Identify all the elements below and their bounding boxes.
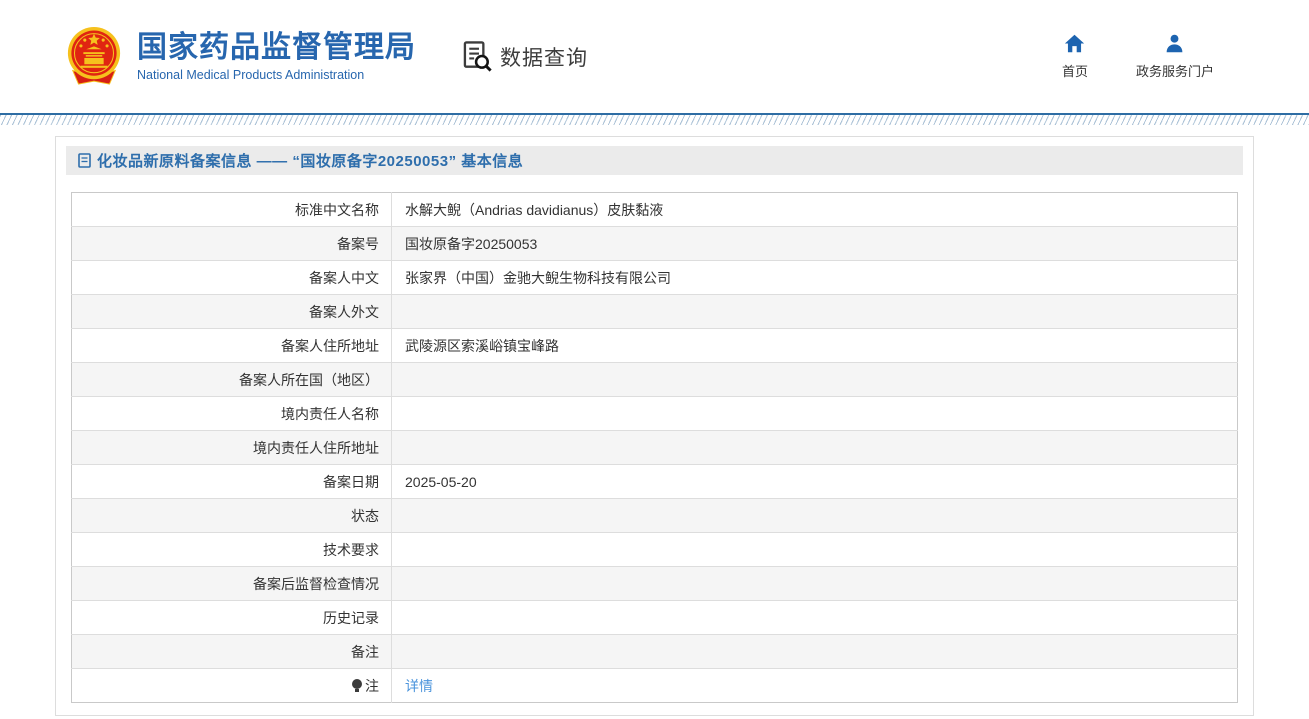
row-label: 备案人所在国（地区）: [72, 363, 392, 397]
table-row: 标准中文名称水解大鲵（Andrias davidianus）皮肤黏液: [72, 193, 1238, 227]
row-value: 2025-05-20: [392, 465, 1238, 499]
row-label: 备注: [72, 635, 392, 669]
table-row: 备案人所在国（地区）: [72, 363, 1238, 397]
row-value: [392, 363, 1238, 397]
row-value: 详情: [392, 669, 1238, 703]
table-row: 备案号国妆原备字20250053: [72, 227, 1238, 261]
table-row: 备案人住所地址武陵源区索溪峪镇宝峰路: [72, 329, 1238, 363]
bulb-icon: [352, 679, 362, 692]
row-value: 国妆原备字20250053: [392, 227, 1238, 261]
row-value: [392, 601, 1238, 635]
user-icon: [1164, 33, 1185, 54]
header-hatch-band: [0, 115, 1309, 125]
row-label: 状态: [72, 499, 392, 533]
site-logo[interactable]: 国家药品监督管理局 National Medical Products Admi…: [65, 26, 416, 88]
row-label: 备案人中文: [72, 261, 392, 295]
row-label: 技术要求: [72, 533, 392, 567]
table-row: 注详情: [72, 669, 1238, 703]
row-label: 境内责任人住所地址: [72, 431, 392, 465]
row-label: 历史记录: [72, 601, 392, 635]
row-value: [392, 635, 1238, 669]
table-row: 状态: [72, 499, 1238, 533]
row-value: [392, 567, 1238, 601]
row-label: 备案人外文: [72, 295, 392, 329]
table-row: 技术要求: [72, 533, 1238, 567]
row-value: 武陵源区索溪峪镇宝峰路: [392, 329, 1238, 363]
content-panel: 化妆品新原料备案信息 —— “国妆原备字20250053” 基本信息 标准中文名…: [55, 136, 1254, 716]
nav-home[interactable]: 首页: [1062, 33, 1088, 80]
data-query-entry[interactable]: 数据查询: [462, 40, 588, 73]
row-value: [392, 533, 1238, 567]
row-label: 备案日期: [72, 465, 392, 499]
nav-home-label: 首页: [1062, 61, 1088, 80]
table-row: 境内责任人住所地址: [72, 431, 1238, 465]
page-icon: [78, 153, 91, 168]
row-label: 备案号: [72, 227, 392, 261]
info-table-body: 标准中文名称水解大鲵（Andrias davidianus）皮肤黏液备案号国妆原…: [72, 193, 1238, 703]
org-name-zh: 国家药品监督管理局: [137, 31, 416, 65]
row-value: [392, 397, 1238, 431]
row-label: 境内责任人名称: [72, 397, 392, 431]
home-icon: [1064, 33, 1085, 54]
row-label: 备案人住所地址: [72, 329, 392, 363]
table-row: 备案人外文: [72, 295, 1238, 329]
table-row: 境内责任人名称: [72, 397, 1238, 431]
row-label: 备案后监督检查情况: [72, 567, 392, 601]
table-row: 备案日期2025-05-20: [72, 465, 1238, 499]
info-table: 标准中文名称水解大鲵（Andrias davidianus）皮肤黏液备案号国妆原…: [71, 192, 1238, 703]
table-row: 历史记录: [72, 601, 1238, 635]
panel-titlebar: 化妆品新原料备案信息 —— “国妆原备字20250053” 基本信息: [66, 146, 1243, 175]
row-label: 标准中文名称: [72, 193, 392, 227]
row-value: [392, 499, 1238, 533]
national-emblem-icon: [65, 26, 123, 88]
table-row: 备注: [72, 635, 1238, 669]
site-header: 国家药品监督管理局 National Medical Products Admi…: [0, 0, 1309, 113]
row-value: 张家界（中国）金驰大鲵生物科技有限公司: [392, 261, 1238, 295]
nav-gov-portal-label: 政务服务门户: [1136, 61, 1214, 80]
row-value: [392, 295, 1238, 329]
org-name-en: National Medical Products Administration: [137, 68, 416, 82]
top-nav: 首页 政务服务门户: [1062, 33, 1214, 80]
data-query-label: 数据查询: [500, 42, 588, 72]
nav-gov-portal[interactable]: 政务服务门户: [1136, 33, 1214, 80]
document-search-icon: [462, 40, 495, 73]
row-value: 水解大鲵（Andrias davidianus）皮肤黏液: [392, 193, 1238, 227]
detail-link[interactable]: 详情: [405, 678, 433, 694]
row-value: [392, 431, 1238, 465]
page-title: 化妆品新原料备案信息 —— “国妆原备字20250053” 基本信息: [97, 150, 523, 171]
table-row: 备案人中文张家界（中国）金驰大鲵生物科技有限公司: [72, 261, 1238, 295]
table-row: 备案后监督检查情况: [72, 567, 1238, 601]
row-label: 注: [72, 669, 392, 703]
